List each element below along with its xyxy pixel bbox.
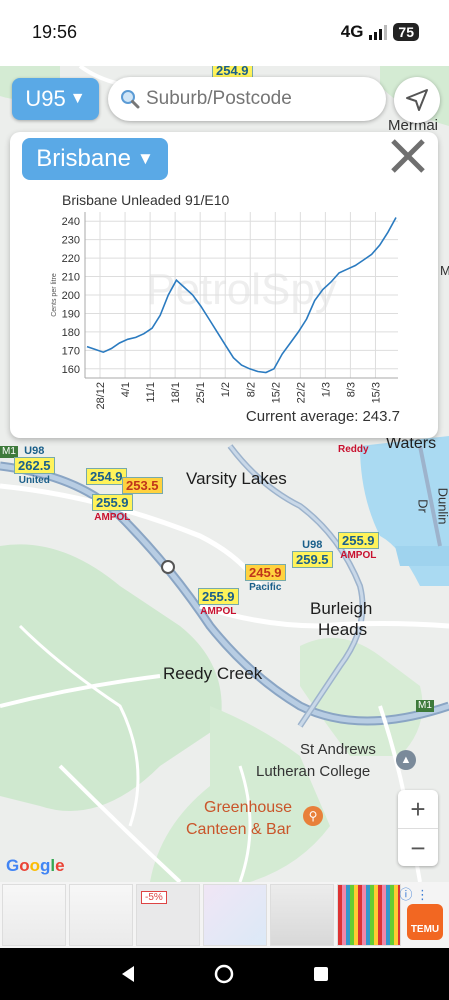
pin-price: 255.9 [338,532,379,549]
navigation-arrow-icon [406,89,428,111]
price-pin[interactable]: U98 262.5 United [14,446,55,486]
price-pin[interactable]: U98 259.5 [292,540,333,569]
y-tick-label: 190 [62,308,80,320]
x-tick-label: 25/1 [195,382,207,403]
ad-image[interactable] [203,884,267,946]
y-tick-label: 220 [62,253,80,265]
y-tick-label: 170 [62,345,80,357]
pin-brand: AMPOL [200,606,237,617]
x-tick-label: 22/2 [295,382,307,403]
map-label-varsity-lakes: Varsity Lakes [186,469,287,488]
price-pin[interactable]: 255.9 AMPOL [92,494,133,523]
pin-price: 255.9 [198,588,239,605]
price-pin[interactable]: 254.9 [86,468,127,486]
roundabout-icon [161,560,175,574]
android-nav-bar [0,948,449,1000]
ad-image[interactable] [2,884,66,946]
y-tick-label: 230 [62,235,80,247]
zoom-in-button[interactable]: + [398,790,438,828]
map-label-m: M [440,263,449,278]
ad-image[interactable]: -5% [136,884,200,946]
map-label-greenhouse: Greenhouse [204,799,293,816]
x-tick-label: 15/2 [270,382,282,403]
current-average: Current average: 243.7 [242,408,400,425]
pin-brand: AMPOL [94,512,131,523]
ad-info-icon[interactable]: ⓘ ⋮ [399,884,429,903]
pin-brand: Pacific [249,582,282,593]
google-logo: Google [6,856,65,875]
search-input[interactable] [146,88,366,110]
map-label-st-andrews: St Andrews [300,741,376,758]
status-indicators: 4G 75 [341,22,419,42]
map-label-reedy-creek: Reedy Creek [163,664,263,683]
x-tick-label: 11/1 [145,382,157,403]
status-bar: 19:56 4G 75 [0,0,449,66]
x-tick-label: 1/3 [320,382,332,397]
price-line-chart: PetrolSpy16017018019020021022023024028/1… [51,212,398,410]
search-bar[interactable] [108,77,386,121]
x-tick-label: 15/3 [370,382,382,403]
map-label-burleigh: Burleigh [310,599,373,618]
chevron-down-icon: ▼ [69,90,86,107]
x-tick-label: 4/1 [120,382,132,397]
x-tick-label: 8/3 [345,382,357,397]
ad-image[interactable] [270,884,334,946]
network-type: 4G [340,22,364,41]
ad-image[interactable] [337,884,401,946]
fuel-type-dropdown[interactable]: U95 ▼ [12,78,99,120]
y-tick-label: 200 [62,290,80,302]
current-average-label: Current average: [245,408,359,425]
map-label-dunlin-dr: Dunlin Dr [415,487,449,525]
pin-grade: U98 [24,445,45,457]
map-label-lutheran-college: Lutheran College [256,763,371,780]
y-axis-label: Cents per litre [51,273,58,317]
discount-badge: -5% [141,891,167,904]
temu-logo[interactable]: TEMU [407,904,443,940]
x-tick-label: 1/2 [220,382,232,397]
y-tick-label: 180 [62,327,80,339]
pin-brand: United [18,475,50,486]
locate-button[interactable] [394,77,440,123]
pin-brand: AMPOL [340,550,377,561]
pin-grade: U98 [302,539,323,551]
ad-image[interactable] [69,884,133,946]
recents-icon[interactable] [311,964,331,984]
zoom-controls: + − [398,790,438,866]
school-icon[interactable]: ▲ [396,750,416,770]
battery-icon: 75 [393,23,419,41]
pin-price: 259.5 [292,551,333,568]
price-pin[interactable]: Reddy [338,444,369,455]
x-tick-label: 8/2 [245,382,257,397]
status-time: 19:56 [32,22,78,42]
pin-brand: Reddy [338,444,369,455]
price-chart-card: Brisbane ▼ Brisbane Unleaded 91/E10 Petr… [10,132,438,438]
search-icon [121,90,140,109]
signal-icon [369,24,388,40]
home-icon[interactable] [214,964,234,984]
pin-price: 255.9 [92,494,133,511]
price-pin[interactable]: 245.9 Pacific [245,564,286,593]
price-pin[interactable]: 253.5 [122,477,163,495]
pin-price: 245.9 [245,564,286,581]
pin-price: 253.5 [122,477,163,494]
ad-banner[interactable]: -5% [0,882,449,948]
map-label-heads: Heads [318,620,368,639]
y-tick-label: 160 [62,364,80,376]
map-label-canteen-bar: Canteen & Bar [186,821,291,838]
fuel-type-label: U95 [25,86,66,111]
m1-shield: M1 [416,700,434,712]
y-tick-label: 240 [62,216,80,228]
price-pin[interactable]: 255.9 AMPOL [198,588,239,617]
current-average-value: 243.7 [362,408,400,425]
price-pin[interactable]: 255.9 AMPOL [338,532,379,561]
y-tick-label: 210 [62,272,80,284]
pin-price: 254.9 [86,468,127,485]
back-icon[interactable] [118,964,138,984]
x-tick-label: 18/1 [170,382,182,403]
zoom-out-button[interactable]: − [398,829,438,867]
x-tick-label: 28/12 [95,382,107,410]
restaurant-icon[interactable]: ⚲ [303,806,323,826]
pin-price: 262.5 [14,457,55,474]
